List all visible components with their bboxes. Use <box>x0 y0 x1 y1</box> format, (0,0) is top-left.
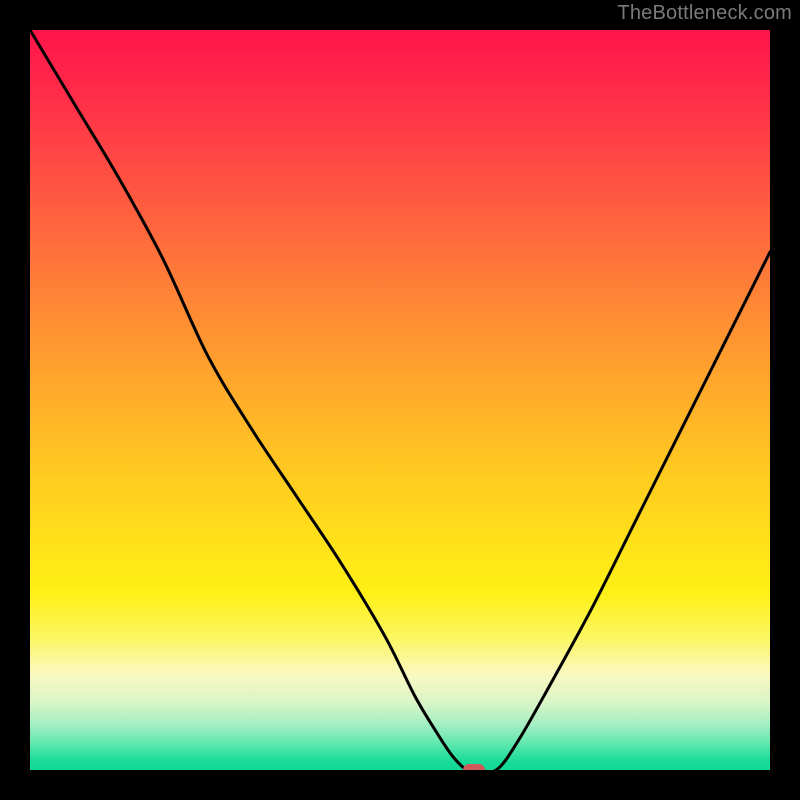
chart-frame: TheBottleneck.com <box>0 0 800 800</box>
watermark-text: TheBottleneck.com <box>617 2 792 25</box>
bottleneck-curve <box>30 30 770 770</box>
curve-path <box>30 30 770 770</box>
plot-area <box>30 30 770 770</box>
optimal-marker-icon <box>463 764 485 770</box>
